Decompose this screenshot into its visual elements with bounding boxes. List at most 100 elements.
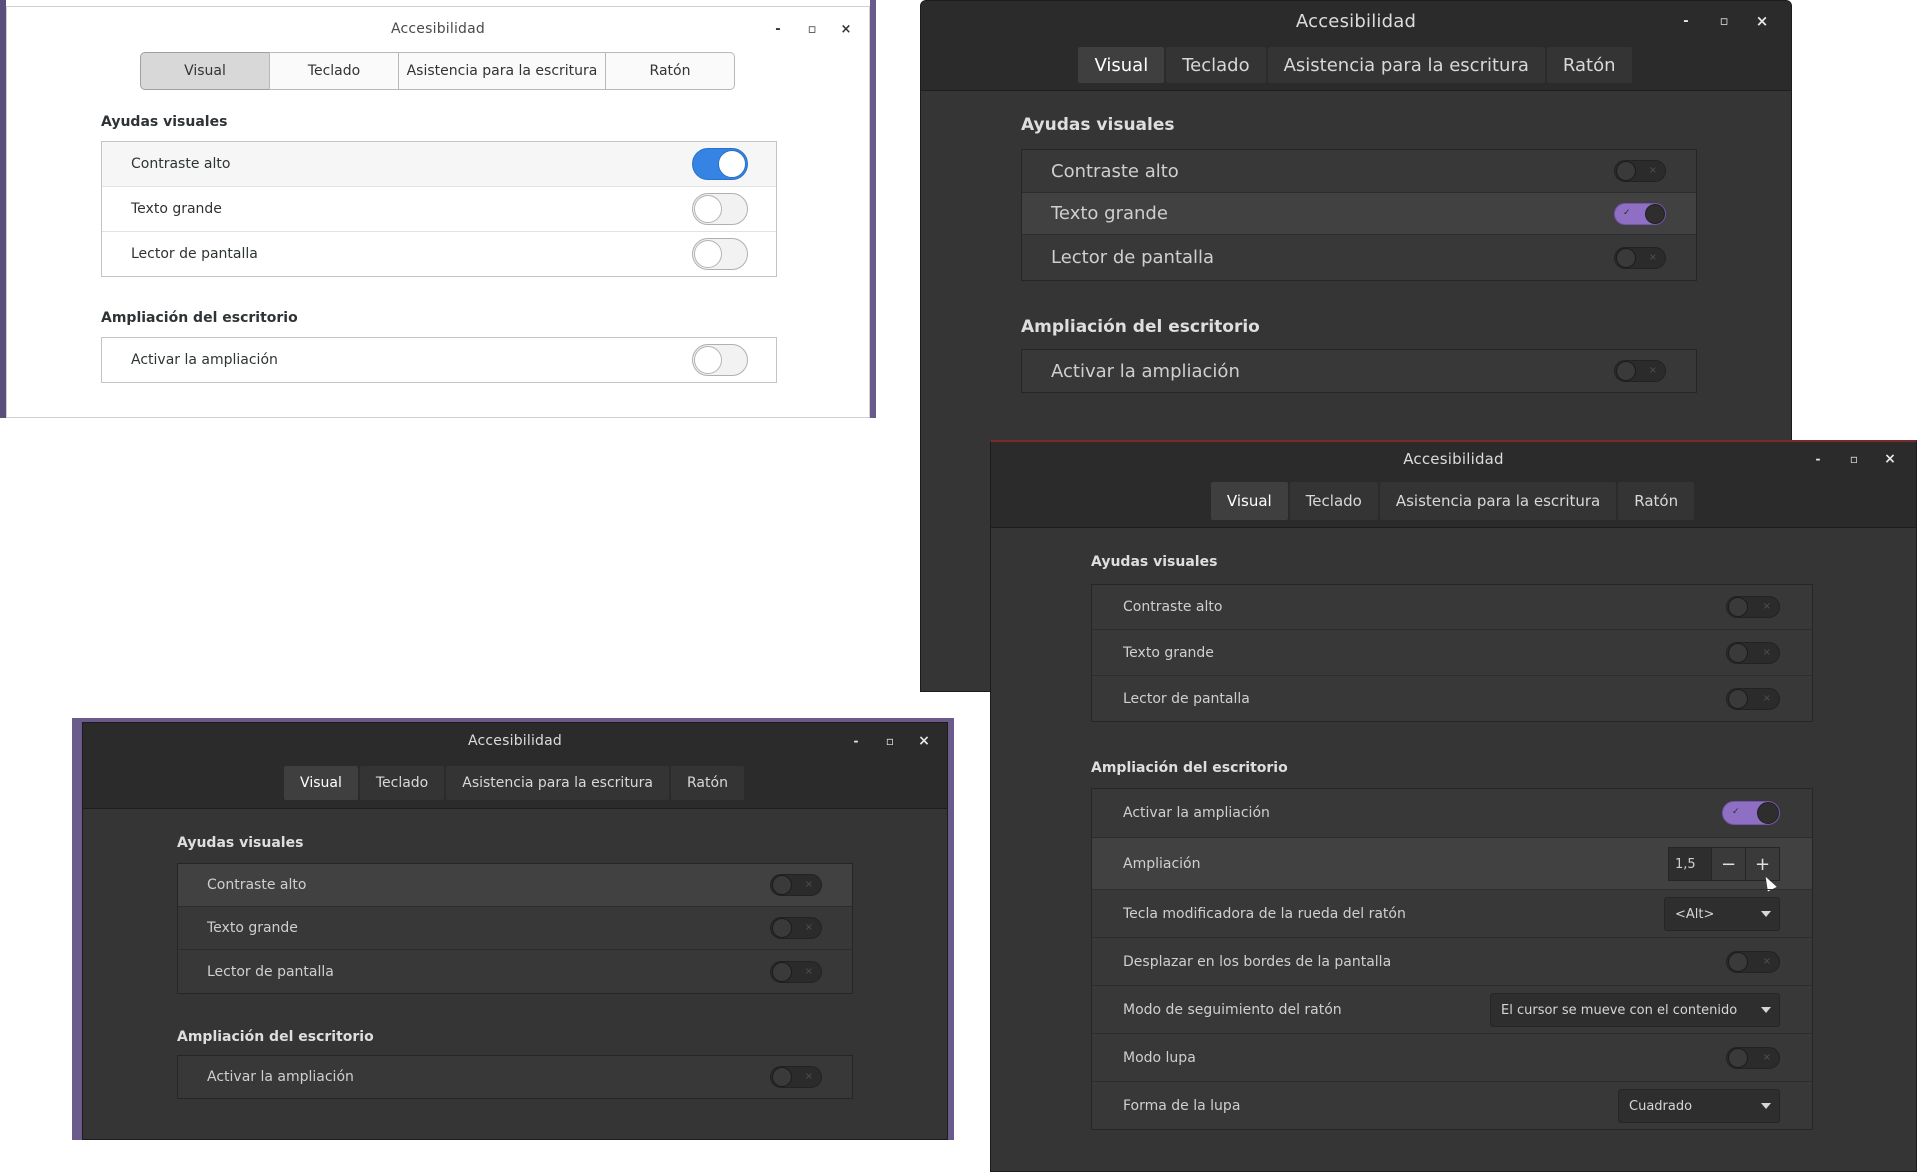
minimize-button[interactable]: - [761, 7, 795, 51]
toggle-enable-zoom[interactable] [692, 344, 748, 376]
toggle-screen-reader[interactable]: × [770, 960, 822, 983]
row-label: Activar la ampliación [1051, 360, 1240, 382]
row-large-text[interactable]: Texto grande [102, 186, 776, 231]
row-screen-reader[interactable]: Lector de pantalla × [1092, 675, 1812, 721]
toggle-large-text[interactable]: ✓ [1614, 202, 1666, 225]
tab-teclado[interactable]: Teclado [1166, 47, 1266, 83]
maximize-button[interactable]: ▫ [873, 723, 907, 759]
row-screen-reader[interactable]: Lector de pantalla × [178, 949, 852, 993]
toggle-enable-zoom[interactable]: × [770, 1066, 822, 1088]
toggle-off-mark: × [1762, 1051, 1771, 1063]
dropdown-value: <Alt> [1675, 906, 1715, 922]
row-lens-mode[interactable]: Modo lupa × [1092, 1033, 1812, 1081]
tab-bar: Visual Teclado Asistencia para la escrit… [83, 766, 947, 800]
close-button[interactable]: × [1743, 1, 1781, 41]
row-lens-shape: Forma de la lupa Cuadrado [1092, 1081, 1812, 1129]
tab-asistencia[interactable]: Asistencia para la escritura [446, 766, 670, 800]
row-mouse-tracking: Modo de seguimiento del ratón El cursor … [1092, 985, 1812, 1033]
magnification-value[interactable]: 1,5 [1668, 847, 1712, 881]
maximize-button[interactable]: ▫ [795, 7, 829, 51]
toggle-high-contrast[interactable]: × [1614, 160, 1666, 182]
row-high-contrast[interactable]: Contraste alto × [178, 864, 852, 906]
section-zoom: Ampliación del escritorio [101, 310, 298, 326]
close-button[interactable]: × [907, 723, 941, 759]
tab-visual[interactable]: Visual [1210, 482, 1288, 520]
row-large-text[interactable]: Texto grande ✓ [1022, 192, 1696, 234]
accessibility-window-light: Accesibilidad - ▫ × Visual Teclado Asist… [6, 6, 870, 418]
maximize-button[interactable]: ▫ [1836, 442, 1872, 476]
row-label: Texto grande [207, 920, 298, 936]
lens-shape-dropdown[interactable]: Cuadrado [1618, 1089, 1780, 1123]
tab-teclado[interactable]: Teclado [1289, 482, 1378, 520]
row-large-text[interactable]: Texto grande × [1092, 629, 1812, 675]
row-high-contrast[interactable]: Contraste alto × [1022, 150, 1696, 192]
toggle-large-text[interactable]: × [1726, 641, 1780, 664]
tab-visual[interactable]: Visual [140, 52, 270, 90]
tab-visual[interactable]: Visual [284, 766, 358, 800]
row-label: Forma de la lupa [1123, 1097, 1241, 1114]
row-mouse-wheel-modifier: Tecla modificadora de la rueda del ratón… [1092, 889, 1812, 937]
toggle-large-text[interactable] [692, 193, 748, 225]
row-label: Activar la ampliación [1123, 805, 1270, 821]
minimize-button[interactable]: - [1667, 1, 1705, 41]
toggle-high-contrast[interactable]: × [770, 874, 822, 896]
window-title: Accesibilidad [467, 733, 563, 749]
row-label: Desplazar en los bordes de la pantalla [1123, 953, 1392, 970]
tab-teclado[interactable]: Teclado [269, 52, 399, 90]
toggle-large-text[interactable]: × [770, 917, 822, 939]
tab-asistencia[interactable]: Asistencia para la escritura [398, 52, 606, 90]
row-label: Activar la ampliación [131, 352, 278, 368]
increase-button[interactable]: + [1746, 847, 1780, 881]
minimize-button[interactable]: - [839, 723, 873, 759]
tab-raton[interactable]: Ratón [605, 52, 735, 90]
section-visual-aids: Ayudas visuales [177, 835, 304, 851]
tab-teclado[interactable]: Teclado [359, 766, 445, 800]
toggle-knob [772, 961, 792, 982]
toggle-knob [694, 240, 722, 268]
tracking-mode-dropdown[interactable]: El cursor se mueve con el contenido [1490, 993, 1780, 1027]
tab-visual[interactable]: Visual [1078, 47, 1165, 83]
toggle-lens-mode[interactable]: × [1726, 1046, 1780, 1069]
tab-raton[interactable]: Ratón [1546, 47, 1632, 83]
section-visual-aids: Ayudas visuales [1021, 115, 1175, 135]
tab-raton[interactable]: Ratón [671, 766, 744, 800]
toggle-enable-zoom[interactable]: ✓ [1722, 801, 1780, 825]
tab-asistencia[interactable]: Asistencia para la escritura [1267, 47, 1545, 83]
row-enable-zoom[interactable]: Activar la ampliación × [178, 1056, 852, 1098]
row-screen-reader[interactable]: Lector de pantalla × [1022, 234, 1696, 280]
close-button[interactable]: × [1872, 442, 1908, 476]
toggle-high-contrast[interactable]: × [1726, 596, 1780, 618]
row-label: Lector de pantalla [1051, 247, 1215, 268]
row-large-text[interactable]: Texto grande × [178, 906, 852, 949]
magnification-spinbutton: 1,5 − + [1668, 847, 1780, 881]
maximize-button[interactable]: ▫ [1705, 1, 1743, 41]
chevron-down-icon [1761, 1103, 1771, 1109]
toggle-screen-reader[interactable] [692, 238, 748, 270]
modifier-dropdown[interactable]: <Alt> [1664, 897, 1780, 931]
toggle-screen-edge-scroll[interactable]: × [1726, 950, 1780, 973]
window-controls: - ▫ × [761, 7, 863, 51]
toggle-high-contrast[interactable] [692, 148, 748, 180]
minimize-button[interactable]: - [1800, 442, 1836, 476]
toggle-screen-reader[interactable]: × [1614, 246, 1666, 269]
tab-bar: Visual Teclado Asistencia para la escrit… [991, 482, 1916, 520]
tab-raton[interactable]: Ratón [1618, 482, 1695, 520]
row-screen-edge-scroll[interactable]: Desplazar en los bordes de la pantalla × [1092, 937, 1812, 985]
row-high-contrast[interactable]: Contraste alto [102, 142, 776, 186]
decrease-button[interactable]: − [1712, 847, 1746, 881]
toggle-screen-reader[interactable]: × [1726, 687, 1780, 710]
row-high-contrast[interactable]: Contraste alto × [1092, 585, 1812, 629]
toggle-knob [1728, 951, 1748, 972]
row-screen-reader[interactable]: Lector de pantalla [102, 231, 776, 276]
dropdown-value: El cursor se mueve con el contenido [1501, 1002, 1738, 1018]
window-title: Accesibilidad [1403, 450, 1504, 468]
tab-asistencia[interactable]: Asistencia para la escritura [1379, 482, 1617, 520]
close-button[interactable]: × [829, 7, 863, 51]
section-zoom: Ampliación del escritorio [177, 1029, 374, 1045]
accessibility-window-dark-small: Accesibilidad - ▫ × Visual Teclado Asist… [82, 722, 948, 1140]
toggle-enable-zoom[interactable]: × [1614, 360, 1666, 382]
row-label: Contraste alto [1123, 599, 1223, 615]
row-enable-zoom[interactable]: Activar la ampliación ✓ [1092, 789, 1812, 837]
row-enable-zoom[interactable]: Activar la ampliación [102, 338, 776, 382]
row-enable-zoom[interactable]: Activar la ampliación × [1022, 350, 1696, 392]
